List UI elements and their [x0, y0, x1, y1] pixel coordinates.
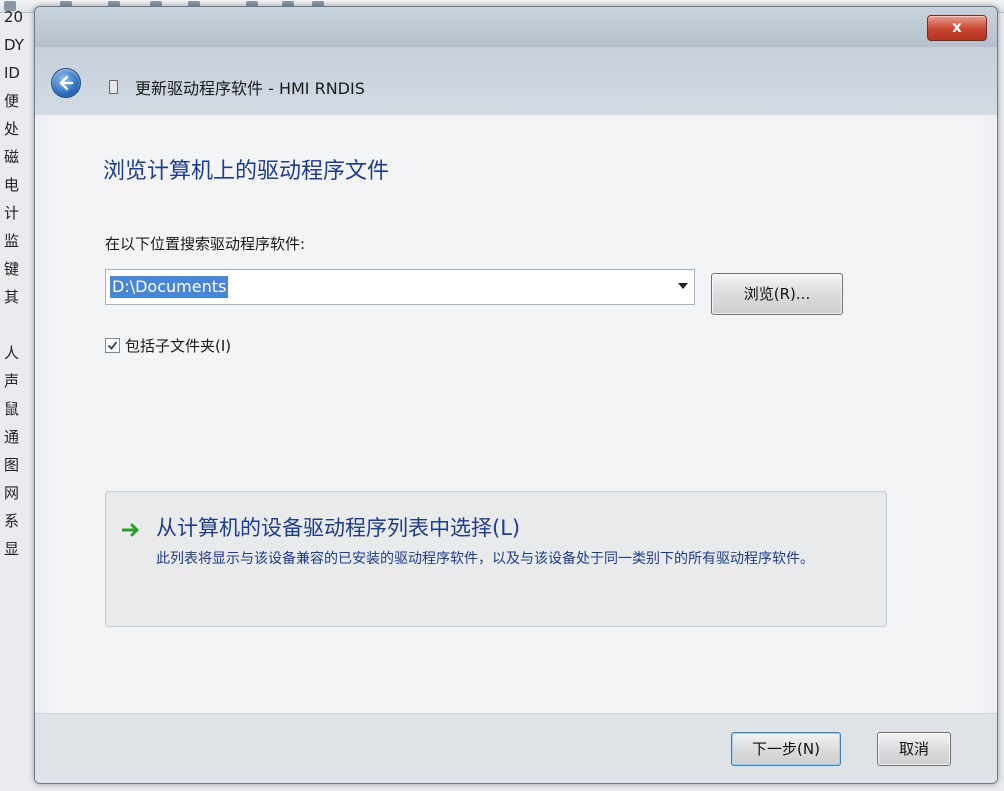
checkmark-icon: [107, 341, 118, 350]
dropdown-arrow-icon[interactable]: [678, 283, 688, 289]
device-category-item[interactable]: 便: [4, 90, 34, 112]
next-button[interactable]: 下一步(N): [731, 732, 841, 766]
device-category-item[interactable]: 计: [4, 202, 34, 224]
pick-from-list-option[interactable]: 从计算机的设备驱动程序列表中选择(L) 此列表将显示与该设备兼容的已安装的驱动程…: [105, 491, 887, 627]
device-category-item[interactable]: 其: [4, 286, 34, 308]
device-category-item[interactable]: 键: [4, 258, 34, 280]
search-path-combobox[interactable]: D:\Documents: [105, 269, 695, 305]
dialog-title: 更新驱动程序软件 - HMI RNDIS: [135, 79, 365, 98]
device-category-item[interactable]: 监: [4, 230, 34, 252]
device-category-item[interactable]: DY: [4, 34, 34, 56]
close-button[interactable]: x: [927, 15, 987, 41]
device-category-item[interactable]: 系: [4, 510, 34, 532]
device-category-item[interactable]: 人: [4, 342, 34, 364]
device-tree: 20 DY ID 便处磁电计监键其人声鼠通图网系显: [0, 8, 34, 660]
device-category-item[interactable]: 鼠: [4, 398, 34, 420]
usb-device-icon: [109, 80, 118, 94]
back-button[interactable]: [51, 68, 81, 98]
device-category-item[interactable]: [4, 314, 34, 336]
device-category-item[interactable]: 显: [4, 538, 34, 560]
search-location-label: 在以下位置搜索驱动程序软件:: [105, 235, 306, 253]
back-arrow-icon: [59, 75, 74, 91]
device-category-item[interactable]: 图: [4, 454, 34, 476]
update-driver-dialog: x 更新驱动程序软件 - HMI RNDIS 浏览计算机上的驱动程序文件 在以下…: [34, 6, 998, 784]
pick-from-list-title[interactable]: 从计算机的设备驱动程序列表中选择(L): [156, 512, 520, 542]
device-category-item[interactable]: ID: [4, 62, 34, 84]
device-category-item[interactable]: 声: [4, 370, 34, 392]
dialog-footer: 下一步(N) 取消: [35, 713, 997, 783]
search-path-value[interactable]: D:\Documents: [110, 276, 229, 298]
device-category-item[interactable]: 电: [4, 174, 34, 196]
device-category-item[interactable]: 网: [4, 482, 34, 504]
cancel-button[interactable]: 取消: [877, 732, 951, 766]
dialog-titlebar: x: [35, 7, 997, 47]
device-category-item[interactable]: 通: [4, 426, 34, 448]
device-category-item[interactable]: 磁: [4, 146, 34, 168]
include-subfolders-checkbox[interactable]: [105, 338, 120, 353]
device-category-item[interactable]: 20: [4, 6, 34, 28]
include-subfolders-label: 包括子文件夹(I): [125, 337, 232, 355]
page-heading: 浏览计算机上的驱动程序文件: [103, 159, 390, 184]
dialog-header: 更新驱动程序软件 - HMI RNDIS: [35, 47, 997, 115]
green-arrow-icon: [122, 523, 139, 537]
pick-from-list-description: 此列表将显示与该设备兼容的已安装的驱动程序软件，以及与该设备处于同一类别下的所有…: [156, 551, 814, 567]
browse-button[interactable]: 浏览(R)...: [711, 273, 843, 315]
device-category-item[interactable]: 处: [4, 118, 34, 140]
dialog-content: 浏览计算机上的驱动程序文件 在以下位置搜索驱动程序软件: D:\Document…: [49, 115, 983, 713]
